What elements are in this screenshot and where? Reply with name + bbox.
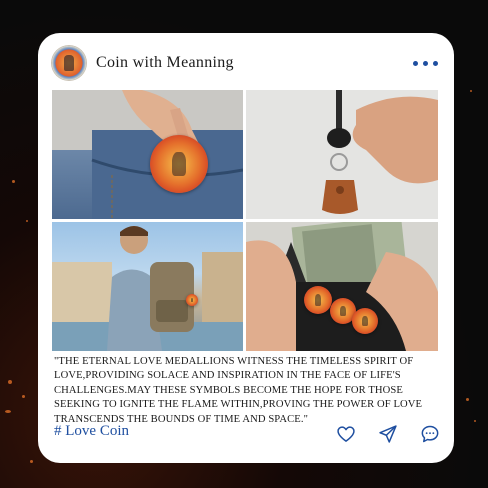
photo-wallet-illustration [246,222,438,351]
heart-icon[interactable] [336,424,356,444]
post-actions [336,424,440,444]
coin [186,294,198,306]
photo-wallet[interactable] [246,222,438,351]
coin [304,286,332,314]
more-dots-icon[interactable] [413,60,438,66]
photo-keychain[interactable] [246,90,438,219]
photo-backpack-man-illustration [52,226,243,351]
photo-backpack-man[interactable] [52,222,243,351]
post-card: Coin with Meanning "THE ETERNAL LOVE MED… [38,33,454,463]
photo-keychain-illustration [322,90,438,214]
photo-coin-pocket[interactable] [52,90,243,219]
post-header: Coin with Meanning [52,45,440,81]
send-icon[interactable] [378,424,398,444]
avatar[interactable] [52,46,86,80]
photo-coin-pocket-illustration [52,90,243,219]
coin [150,135,208,193]
account-name[interactable]: Coin with Meanning [96,54,234,72]
coin [352,308,378,334]
post-caption: "THE ETERNAL LOVE MEDALLIONS WITNESS THE… [54,356,423,425]
photo-grid [52,90,438,351]
hashtag-link[interactable]: # Love Coin [54,423,129,440]
comment-icon[interactable] [420,424,440,444]
